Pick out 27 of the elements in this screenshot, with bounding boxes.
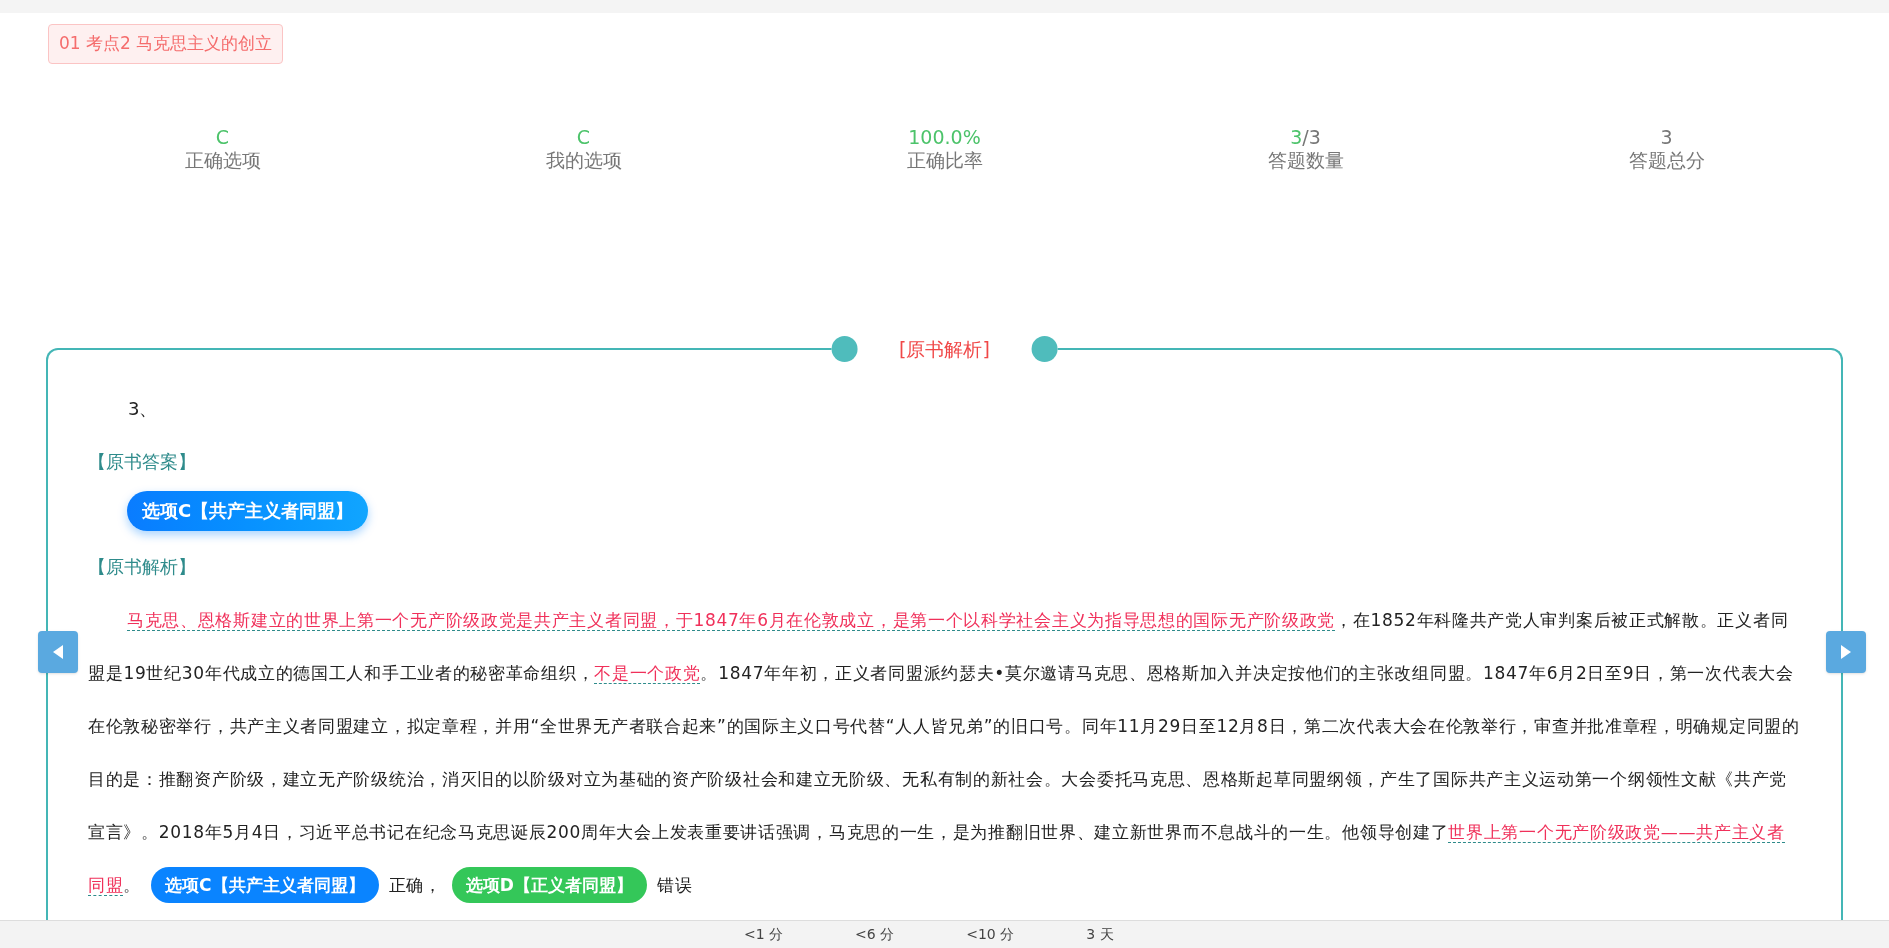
- section-heading: 【原书解析】: [88, 554, 197, 579]
- interval-label: <6 分: [855, 925, 895, 944]
- stat-value: C: [576, 125, 591, 148]
- stat-label: 正确选项: [184, 147, 261, 172]
- option-tag: 选项D【正义者同盟】: [451, 866, 647, 903]
- stat-value: 3: [1660, 125, 1673, 148]
- interval-label: <1 分: [744, 925, 784, 944]
- stat-value: 100.0%: [908, 125, 981, 148]
- stat-label: 我的选项: [545, 147, 622, 172]
- analysis-paragraph: 马克思、恩格斯建立的世界上第一个无产阶级政党是共产主义者同盟，于1847年6月在伦敦成立，是第一个以科学社会主义为指导思想的国际无产阶级政党，在1852年科隆共产党人审判案后被正式解散。正义者同盟是19世纪30年代成立的德国工人和手工业者的秘密革命组织，不是一个政党。1847年年初，正义者同盟派约瑟夫•莫尔邀请马克思、恩格斯加入并决定按他们的主张改组同盟。1847年6月2日至9日，第一次代表大会在伦敦秘密举行，共产主义者同盟建立，拟定章程，并用“全世界无产者联合起来”的国际主义口号代替“人人皆兄弟”的旧口号。同年11月29日至12月8日，第二次代表大会在伦敦举行，审查并批准章程，明确规定同盟的目的是：推翻资产阶级，建立无产阶级统治，消灭旧的以阶级对立为基础的资产阶级社会和建立无阶级、无私有制的新社会。大会委托马克思、恩格斯起草同盟纲领，产生了国际共产主义运动第一个纲领性文献《共产党宣言》。2018年5月4日，习近平总书记在纪念马克思诞辰200周年大会上发表重要讲话强调，马克思的一生，是为推翻旧世界、建立新世界而不息战斗的一生。他领导创建了世界上第一个无产阶级政党——共产主义者同盟。 选项C【共产主义者同盟】 正确， 选项D【正义者同盟】 错误: [88, 593, 1801, 912]
- previous-button[interactable]: [38, 631, 78, 673]
- right-triangle-icon: [1840, 644, 1852, 660]
- stat-value: C: [215, 125, 230, 148]
- left-triangle-icon: [52, 644, 64, 660]
- option-tag: 选项C【共产主义者同盟】: [151, 866, 379, 903]
- stat-label: 正确比率: [906, 147, 983, 172]
- interval-label: <10 分: [966, 925, 1015, 944]
- next-button[interactable]: [1826, 631, 1866, 673]
- section-heading: 【原书答案】: [88, 449, 197, 474]
- stat-value: 3/3: [1290, 125, 1321, 148]
- interval-label: 3 天: [1086, 925, 1114, 944]
- stat-label: 答题数量: [1267, 147, 1344, 172]
- answer-button[interactable]: 选项C【共产主义者同盟】: [127, 490, 369, 531]
- panel-title: [原书解析]: [898, 336, 991, 362]
- stat-label: 答题总分: [1628, 147, 1705, 172]
- question-number: 3、: [128, 396, 159, 421]
- topic-badge: 01 考点2 马克思主义的创立: [48, 24, 284, 64]
